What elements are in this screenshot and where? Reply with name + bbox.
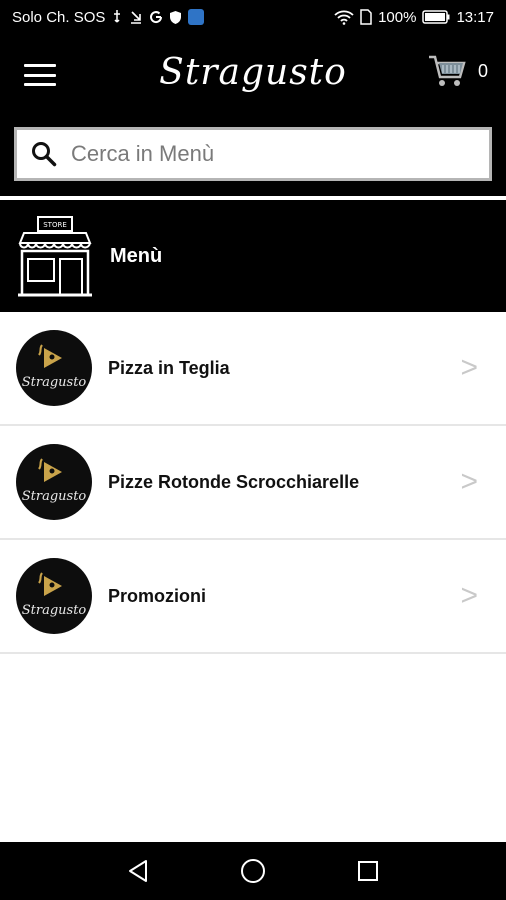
store-icon: STORE [16,215,94,297]
category-label: Promozioni [108,585,206,606]
chevron-right-icon: > [460,465,478,498]
category-list: Stragusto Pizza in Teglia > Stragusto Pi… [0,312,506,654]
search-icon [31,141,57,167]
cart-count: 0 [477,60,488,81]
menu-section-header: STORE Menù [0,200,506,312]
search-input[interactable] [71,141,451,167]
svg-text:Stragusto: Stragusto [22,603,86,618]
system-nav-bar [0,842,506,900]
cart-button[interactable]: 0 [428,54,488,88]
sim-icon [360,9,372,25]
back-icon[interactable] [118,851,158,891]
app-header: Stragusto 0 [0,34,506,196]
wifi-icon [334,10,354,25]
clock: 13:17 [456,8,494,26]
home-icon[interactable] [233,851,273,891]
google-icon [149,10,163,24]
chevron-right-icon: > [460,351,478,384]
section-title: Menù [110,244,163,267]
download-icon [129,9,143,25]
status-left: Solo Ch. SOS [12,8,205,26]
category-logo: Stragusto [16,444,92,520]
category-logo: Stragusto [16,558,92,634]
search-box [17,130,489,178]
search-bar [14,127,492,181]
category-label: Pizze Rotonde Scrocchiarelle [108,471,360,492]
battery-icon [422,10,450,24]
list-item[interactable]: Stragusto Promozioni > [0,540,506,654]
battery-percent: 100% [378,8,417,26]
list-item[interactable]: Stragusto Pizza in Teglia > [0,312,506,426]
shield-icon [169,10,182,25]
list-item[interactable]: Stragusto Pizze Rotonde Scrocchiarelle > [0,426,506,540]
store-sign-text: STORE [43,221,67,229]
category-logo: Stragusto [16,330,92,406]
shopping-cart-icon [428,54,466,88]
usb-icon [111,9,123,25]
status-bar: Solo Ch. SOS 100% 13:17 [0,0,506,34]
carrier-text: Solo Ch. SOS [12,8,106,26]
app-notification-icon [188,9,205,25]
chevron-right-icon: > [460,579,478,612]
svg-text:Stragusto: Stragusto [22,489,86,504]
svg-text:Stragusto: Stragusto [22,375,86,390]
status-right: 100% 13:17 [334,9,494,26]
recents-icon[interactable] [348,851,388,891]
category-label: Pizza in Teglia [108,357,230,378]
